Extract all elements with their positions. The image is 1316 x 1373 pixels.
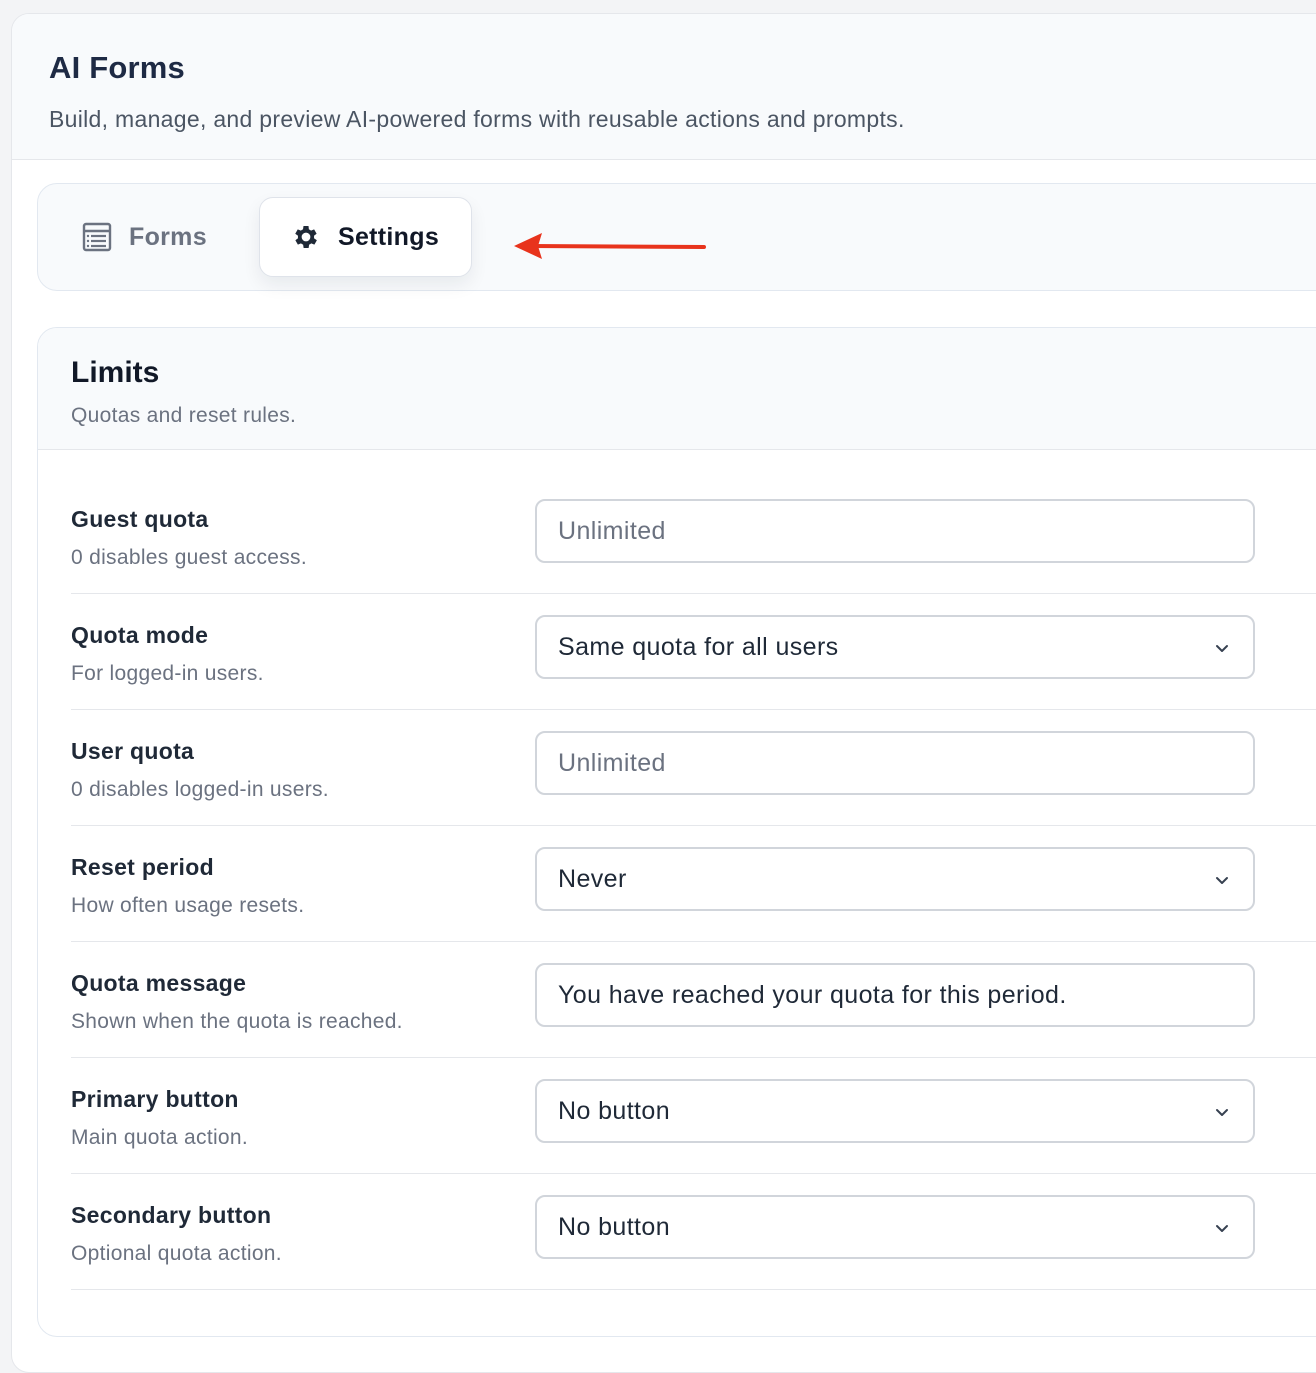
primary-button-select[interactable]: No button [535, 1079, 1255, 1143]
quota-mode-select[interactable]: Same quota for all users [535, 615, 1255, 679]
secondary-button-select[interactable]: No button [535, 1195, 1255, 1259]
list-icon [81, 221, 113, 253]
setting-help: How often usage resets. [71, 894, 305, 917]
setting-row-primary-button: Primary button Main quota action. No but… [71, 1058, 1316, 1174]
setting-row-user-quota: User quota 0 disables logged-in users. U… [71, 710, 1316, 826]
chevron-down-icon [1216, 1109, 1228, 1116]
setting-help: Optional quota action. [71, 1242, 282, 1265]
setting-label: User quota [71, 738, 195, 764]
reset-period-select[interactable]: Never [535, 847, 1255, 911]
quota-message-input[interactable]: You have reached your quota for this per… [535, 963, 1255, 1027]
limits-title: Limits [71, 356, 160, 389]
tab-settings[interactable]: Settings [259, 197, 472, 277]
setting-help: 0 disables guest access. [71, 546, 307, 569]
chevron-down-icon [1216, 645, 1228, 652]
setting-row-secondary-button: Secondary button Optional quota action. … [71, 1174, 1316, 1290]
gear-icon [290, 221, 322, 253]
select-value: Same quota for all users [558, 632, 839, 661]
chevron-down-icon [1216, 877, 1228, 884]
tab-forms[interactable]: Forms [38, 197, 248, 277]
arrow-left-icon [514, 233, 706, 259]
select-value: Never [558, 864, 627, 893]
setting-row-quota-message: Quota message Shown when the quota is re… [71, 942, 1316, 1058]
page-title: AI Forms [49, 50, 185, 85]
setting-row-quota-mode: Quota mode For logged-in users. Same quo… [71, 594, 1316, 710]
chevron-down-icon [1216, 1225, 1228, 1232]
setting-label: Quota mode [71, 622, 209, 648]
setting-row-guest-quota: Guest quota 0 disables guest access. Unl… [71, 478, 1316, 594]
tab-forms-label: Forms [129, 222, 207, 251]
limits-rows: Guest quota 0 disables guest access. Unl… [38, 478, 1316, 1290]
limits-subtitle: Quotas and reset rules. [71, 404, 297, 427]
setting-help: Main quota action. [71, 1126, 249, 1149]
setting-help: For logged-in users. [71, 662, 264, 685]
page-header: AI Forms Build, manage, and preview AI-p… [12, 14, 1316, 160]
select-value: No button [558, 1212, 671, 1241]
tab-settings-label: Settings [338, 222, 440, 251]
user-quota-input[interactable]: Unlimited [535, 731, 1255, 795]
limits-header: Limits Quotas and reset rules. [38, 328, 1316, 450]
setting-label: Primary button [71, 1086, 239, 1112]
setting-row-reset-period: Reset period How often usage resets. Nev… [71, 826, 1316, 942]
setting-help: 0 disables logged-in users. [71, 778, 329, 801]
setting-label: Quota message [71, 970, 247, 996]
guest-quota-input[interactable]: Unlimited [535, 499, 1255, 563]
setting-label: Reset period [71, 854, 214, 880]
page-subtitle: Build, manage, and preview AI-powered fo… [49, 106, 905, 132]
setting-label: Secondary button [71, 1202, 272, 1228]
setting-label: Guest quota [71, 506, 209, 532]
limits-card: Limits Quotas and reset rules. Guest quo… [37, 327, 1316, 1337]
select-value: No button [558, 1096, 671, 1125]
setting-help: Shown when the quota is reached. [71, 1010, 403, 1033]
